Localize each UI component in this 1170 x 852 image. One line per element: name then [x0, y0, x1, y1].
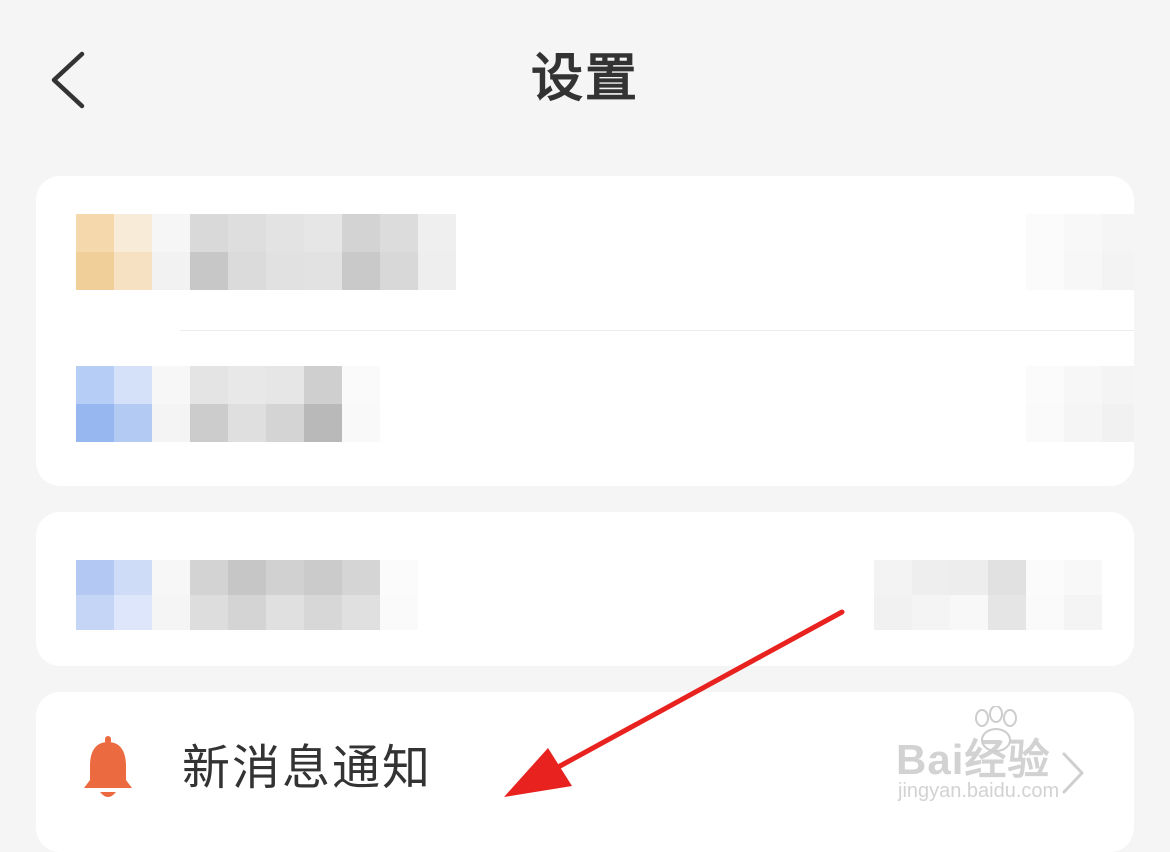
blurred-row-icon [76, 366, 152, 442]
blurred-row-text [152, 214, 456, 290]
blurred-row-trailing [1026, 214, 1134, 290]
blurred-row-text [152, 560, 418, 630]
baidu-jingyan-watermark: Bai经验 jingyan.baidu.com [896, 706, 1136, 810]
settings-card-account [36, 176, 1134, 486]
new-message-notification-label: 新消息通知 [182, 740, 433, 796]
settings-row-blurred-1[interactable] [36, 176, 1134, 326]
blurred-row-value [874, 560, 1102, 630]
blurred-row-icon [76, 560, 152, 630]
watermark-url: jingyan.baidu.com [898, 780, 1060, 802]
blurred-row-trailing [1026, 366, 1134, 442]
page-title: 设置 [530, 49, 639, 109]
header: 设置 [0, 0, 1170, 160]
settings-card-blurred [36, 512, 1134, 666]
settings-row-blurred-3[interactable] [36, 512, 1134, 666]
blurred-row-text [152, 366, 380, 442]
settings-row-blurred-2[interactable] [36, 331, 1134, 486]
blurred-row-icon [76, 214, 152, 290]
watermark-brand: Bai经验 [896, 736, 1051, 783]
bell-icon [84, 736, 132, 797]
